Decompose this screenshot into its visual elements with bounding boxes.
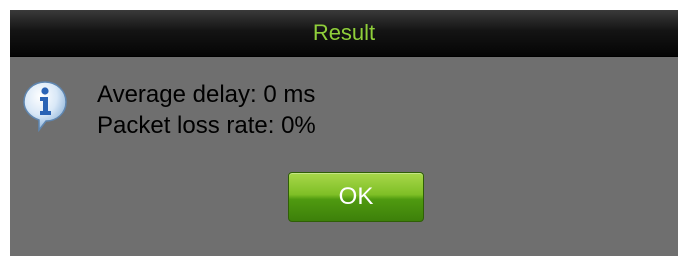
dialog-titlebar: Result [10, 10, 678, 57]
dialog-title: Result [312, 20, 376, 45]
ok-button[interactable]: OK [288, 172, 424, 222]
info-icon [22, 80, 68, 133]
result-message: Average delay: 0 ms Packet loss rate: 0% [97, 79, 316, 141]
result-dialog: Result Average delay: 0 ms Packet loss r… [10, 10, 678, 256]
average-delay-text: Average delay: 0 ms [97, 81, 316, 108]
packet-loss-text: Packet loss rate: 0% [97, 112, 316, 139]
